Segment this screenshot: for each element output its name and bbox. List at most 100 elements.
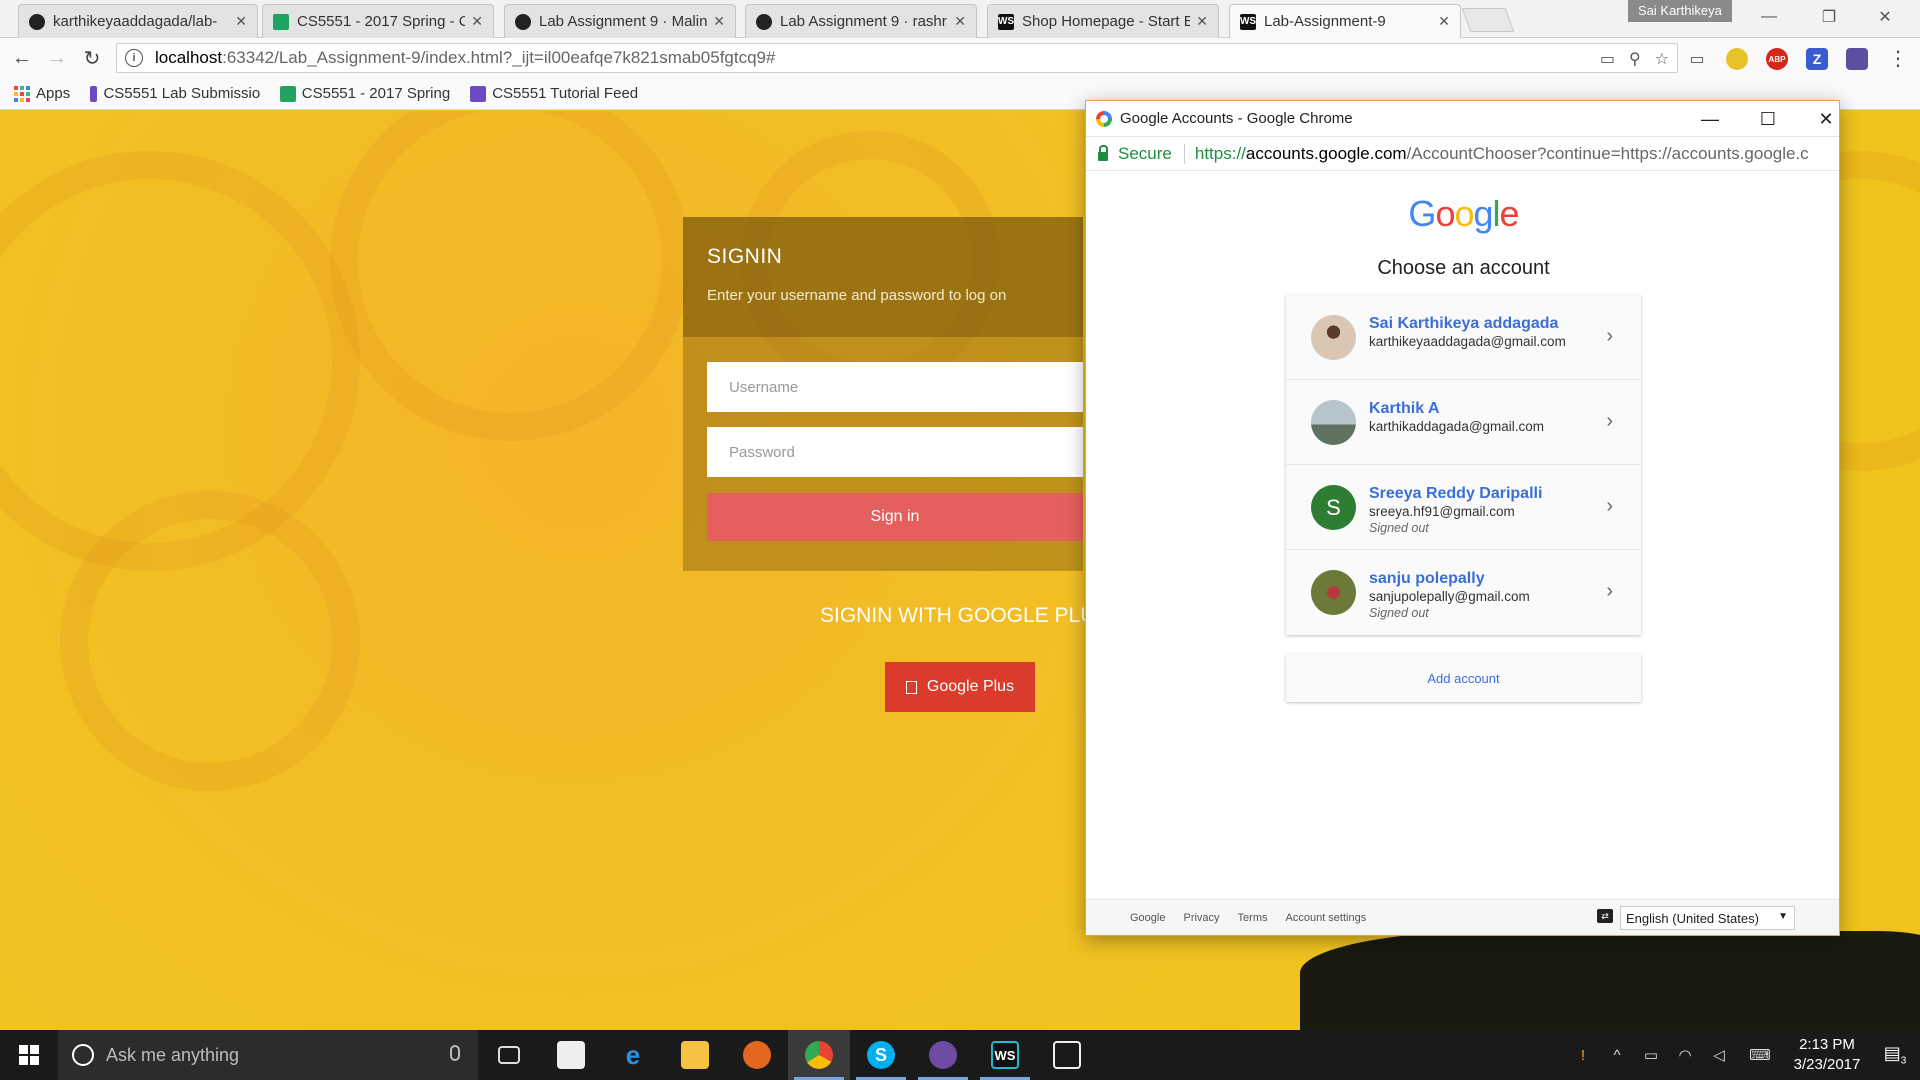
footer-link-account-settings[interactable]: Account settings bbox=[1286, 912, 1367, 924]
taskbar-firefox[interactable] bbox=[726, 1030, 788, 1080]
bookmark-apps[interactable]: Apps bbox=[14, 85, 70, 102]
bookmark-tutorial-feedback[interactable]: CS5551 Tutorial Feed bbox=[470, 85, 640, 102]
google-plus-button[interactable]: Google Plus bbox=[885, 662, 1035, 712]
battery-icon[interactable]: ▭ bbox=[1634, 1046, 1668, 1064]
bookmark-lab-submission[interactable]: CS5551 Lab Submissio bbox=[90, 85, 260, 102]
footer-link-google[interactable]: Google bbox=[1130, 912, 1165, 924]
bookmark-label: Apps bbox=[36, 85, 71, 102]
volume-icon[interactable]: ◁ bbox=[1702, 1046, 1736, 1064]
popup-url-path: /AccountChooser?continue=https://account… bbox=[1406, 143, 1809, 163]
close-icon[interactable]: ✕ bbox=[235, 13, 247, 30]
cast-icon[interactable]: ▭ bbox=[1686, 48, 1708, 70]
task-view-icon bbox=[498, 1046, 520, 1064]
github-icon bbox=[929, 1041, 957, 1069]
google-logo: Google bbox=[1408, 193, 1519, 234]
taskbar-github[interactable] bbox=[912, 1030, 974, 1080]
back-icon[interactable]: ← bbox=[10, 46, 34, 70]
bookmark-label: CS5551 Tutorial Feed bbox=[492, 85, 639, 102]
close-icon[interactable]: ✕ bbox=[713, 13, 725, 30]
bookmark-star-icon[interactable]: ☆ bbox=[1655, 49, 1669, 69]
language-value: English (United States) bbox=[1626, 910, 1759, 926]
system-tray: ! ^ ▭ ◠ ◁ ⌨ 2:13 PM 3/23/2017 ▤3 bbox=[1566, 1030, 1920, 1080]
account-item[interactable]: Karthik A karthikaddagada@gmail.com › bbox=[1286, 380, 1641, 465]
forms-icon bbox=[470, 85, 487, 102]
windows-logo-icon bbox=[19, 1045, 39, 1065]
background-decoration bbox=[330, 111, 690, 441]
webstorm-icon: WS bbox=[998, 13, 1014, 30]
username-input[interactable]: Username bbox=[707, 362, 1083, 412]
popup-titlebar: Google Accounts - Google Chrome — ☐ ✕ bbox=[1086, 101, 1839, 137]
extension-icon[interactable] bbox=[1846, 48, 1868, 70]
close-icon[interactable]: ✕ bbox=[471, 13, 483, 30]
close-icon[interactable]: ✕ bbox=[954, 13, 966, 30]
account-name: Sreeya Reddy Daripalli bbox=[1369, 485, 1543, 502]
tab-github-rashr[interactable]: Lab Assignment 9 · rashr ✕ bbox=[745, 4, 977, 38]
tab-github-malin[interactable]: Lab Assignment 9 · Malin ✕ bbox=[504, 4, 736, 38]
update-icon[interactable]: ! bbox=[1566, 1047, 1600, 1064]
keyboard-icon[interactable]: ⌨ bbox=[1736, 1046, 1784, 1064]
signin-button[interactable]: Sign in bbox=[707, 493, 1083, 541]
tab-title: Lab Assignment 9 · Malin bbox=[539, 13, 708, 30]
tab-lab-assignment-9[interactable]: WS Lab-Assignment-9 ✕ bbox=[1229, 4, 1461, 38]
info-icon[interactable]: i bbox=[125, 49, 143, 67]
cast-page-icon[interactable]: ▭ bbox=[1600, 49, 1615, 69]
tab-title: karthikeyaaddagada/lab- bbox=[53, 13, 218, 30]
zotero-icon[interactable]: Z bbox=[1806, 48, 1828, 70]
key-icon[interactable]: ⚲ bbox=[1629, 49, 1641, 69]
footer-link-privacy[interactable]: Privacy bbox=[1183, 912, 1219, 924]
tab-sheets[interactable]: CS5551 - 2017 Spring - C ✕ bbox=[262, 4, 494, 38]
taskbar-chrome[interactable] bbox=[788, 1030, 850, 1080]
taskbar-file-explorer[interactable] bbox=[664, 1030, 726, 1080]
chevron-right-icon: › bbox=[1606, 325, 1613, 347]
lock-icon bbox=[1098, 145, 1108, 161]
account-item[interactable]: sanju polepally sanjupolepally@gmail.com… bbox=[1286, 550, 1641, 635]
restore-icon[interactable]: ❐ bbox=[1806, 0, 1852, 34]
footer-link-terms[interactable]: Terms bbox=[1238, 912, 1268, 924]
task-view-button[interactable] bbox=[478, 1030, 540, 1080]
taskbar-edge[interactable]: e bbox=[602, 1030, 664, 1080]
menu-icon[interactable]: ⋮ bbox=[1886, 46, 1910, 70]
account-item[interactable]: S Sreeya Reddy Daripalli sreeya.hf91@gma… bbox=[1286, 465, 1641, 550]
microphone-icon[interactable] bbox=[450, 1045, 460, 1061]
account-item[interactable]: Sai Karthikeya addagada karthikeyaaddaga… bbox=[1286, 295, 1641, 380]
close-icon[interactable]: ✕ bbox=[1438, 13, 1450, 30]
address-bar[interactable]: i localhost :63342/Lab_Assignment-9/inde… bbox=[116, 43, 1678, 73]
choose-account-heading: Choose an account bbox=[1377, 257, 1550, 279]
github-icon bbox=[515, 13, 531, 30]
bookmark-spring-sheet[interactable]: CS5551 - 2017 Spring bbox=[280, 85, 450, 102]
photos-icon bbox=[1053, 1041, 1081, 1069]
close-icon[interactable]: ✕ bbox=[1196, 13, 1208, 30]
start-button[interactable] bbox=[0, 1030, 58, 1080]
tab-shop-homepage[interactable]: WS Shop Homepage - Start B ✕ bbox=[987, 4, 1219, 38]
popup-address-bar[interactable]: Secure https:// accounts.google.com /Acc… bbox=[1086, 137, 1839, 171]
notification-center-icon[interactable]: ▤3 bbox=[1870, 1043, 1920, 1067]
taskbar-photos[interactable] bbox=[1036, 1030, 1098, 1080]
language-select[interactable]: English (United States) ▼ bbox=[1620, 906, 1795, 930]
wifi-icon[interactable]: ◠ bbox=[1668, 1046, 1702, 1064]
cortana-search-box[interactable]: Ask me anything bbox=[58, 1030, 478, 1080]
new-tab-button[interactable] bbox=[1461, 8, 1515, 32]
minimize-icon[interactable]: — bbox=[1746, 0, 1792, 34]
tab-github-lab[interactable]: karthikeyaaddagada/lab- ✕ bbox=[18, 4, 258, 38]
profile-badge[interactable]: Sai Karthikeya bbox=[1628, 0, 1732, 22]
taskbar-clock[interactable]: 2:13 PM 3/23/2017 bbox=[1784, 1035, 1870, 1075]
popup-window-title: Google Accounts - Google Chrome bbox=[1120, 110, 1353, 127]
signin-title: SIGNIN bbox=[707, 245, 783, 268]
taskbar-store[interactable] bbox=[540, 1030, 602, 1080]
signin-header: SIGNIN Enter your username and password … bbox=[683, 217, 1083, 337]
maximize-icon[interactable]: ☐ bbox=[1748, 105, 1788, 133]
forward-icon[interactable]: → bbox=[45, 46, 69, 70]
minimize-icon[interactable]: — bbox=[1690, 105, 1730, 133]
taskbar-skype[interactable]: S bbox=[850, 1030, 912, 1080]
google-plus-label: Google Plus bbox=[926, 678, 1015, 695]
close-icon[interactable]: ✕ bbox=[1806, 105, 1846, 133]
chevron-up-icon[interactable]: ^ bbox=[1600, 1047, 1634, 1064]
reload-icon[interactable]: ↻ bbox=[80, 46, 104, 70]
password-input[interactable]: Password bbox=[707, 427, 1083, 477]
extension-shield-icon[interactable] bbox=[1726, 48, 1748, 70]
edge-icon: e bbox=[625, 1039, 641, 1070]
taskbar-webstorm[interactable]: WS bbox=[974, 1030, 1036, 1080]
adblock-icon[interactable]: ABP bbox=[1766, 48, 1788, 70]
close-window-icon[interactable]: ✕ bbox=[1862, 0, 1908, 34]
add-account-button[interactable]: Add account bbox=[1286, 654, 1641, 702]
